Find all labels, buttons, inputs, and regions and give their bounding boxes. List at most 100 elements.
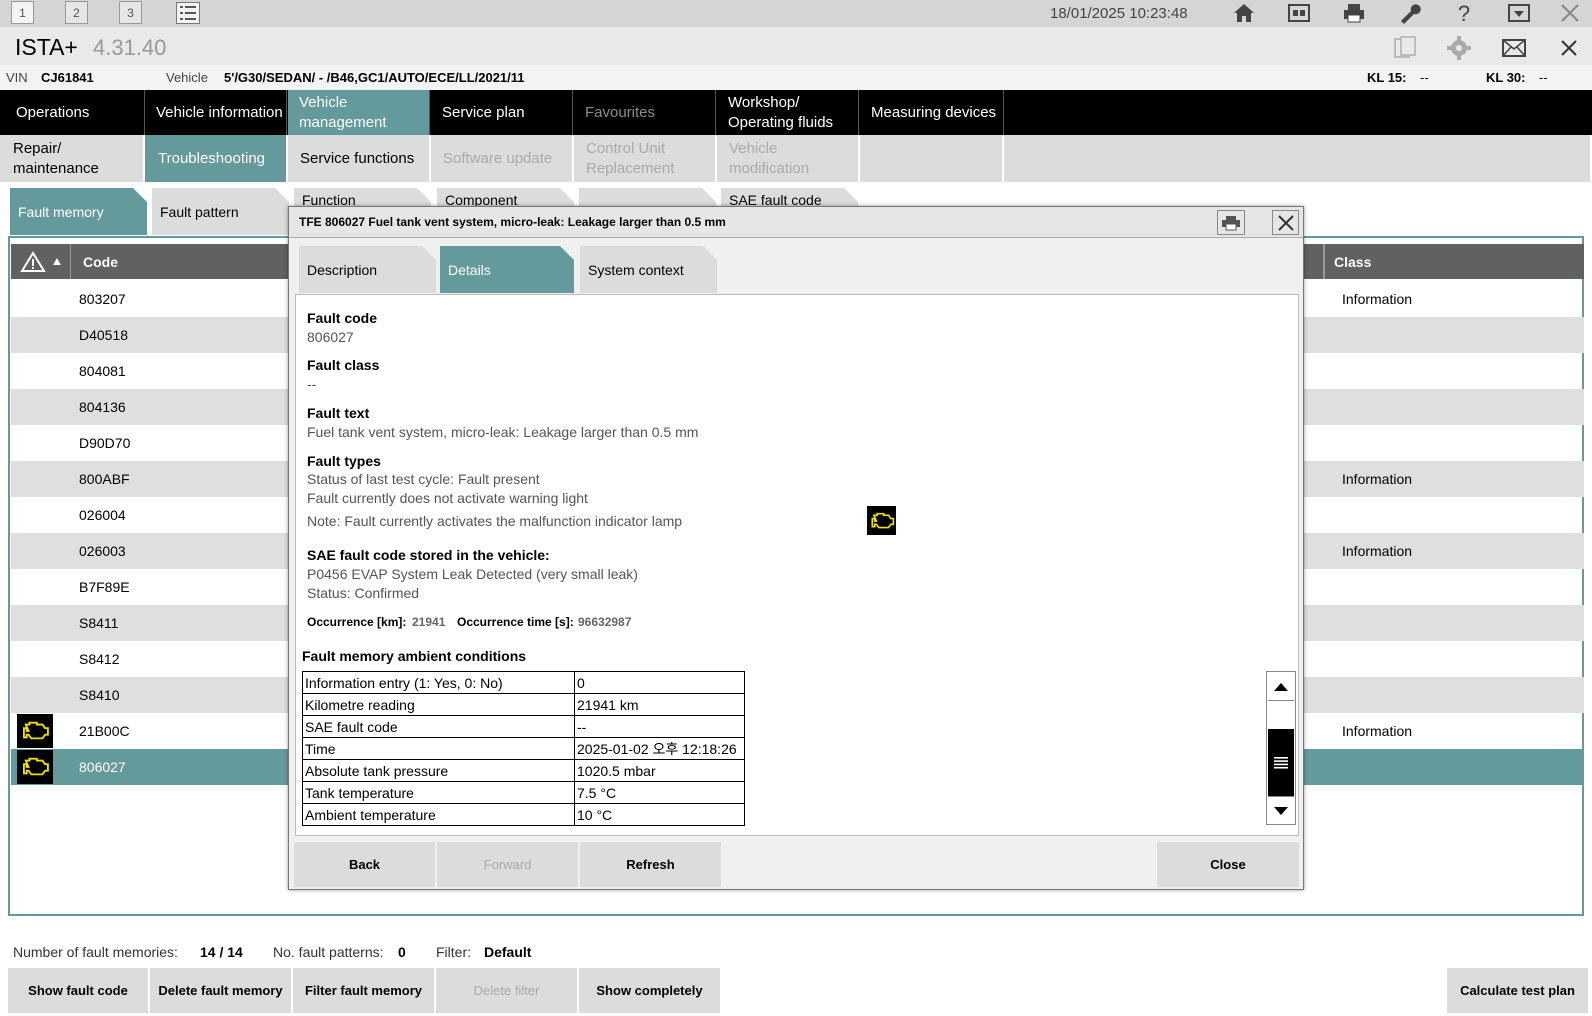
fault-count-label: Number of fault memories: <box>13 944 178 960</box>
column-header-code[interactable]: Code <box>83 254 118 270</box>
show-fault-code-button[interactable]: Show fault code <box>8 968 148 1013</box>
sort-warning-column[interactable] <box>11 244 71 279</box>
ambient-conditions-table: Information entry (1: Yes, 0: No) 0 Kilome… <box>302 671 745 826</box>
dialog-back-button[interactable]: Back <box>294 842 435 887</box>
dialog-refresh-button[interactable]: Refresh <box>580 842 721 887</box>
settings-gear-icon[interactable] <box>1444 34 1474 62</box>
sae-code-value: P0456 EVAP System Leak Detected (very sm… <box>307 566 638 582</box>
ambient-name-cell: SAE fault code <box>302 715 575 738</box>
column-divider <box>1323 244 1325 279</box>
fault-code-cell: 21B00C <box>79 723 130 739</box>
subnav-cur-label: Control Unit Replacement <box>586 139 675 177</box>
dialog-close-button[interactable] <box>1272 210 1299 235</box>
kl15-label: KL 15: <box>1367 70 1407 85</box>
scroll-thumb[interactable] <box>1268 729 1294 797</box>
kl30-label: KL 30: <box>1486 70 1526 85</box>
dialog-forward-button[interactable]: Forward <box>437 842 578 887</box>
engine-check-icon <box>17 750 53 784</box>
close-app-icon[interactable] <box>1554 34 1584 62</box>
arrow-up-icon <box>1274 682 1288 691</box>
fault-code-cell: S8411 <box>79 615 119 631</box>
fault-class-cell: Information <box>1342 471 1413 487</box>
print-icon <box>1222 215 1240 230</box>
window-icon[interactable] <box>1505 0 1533 26</box>
nav-workshop-operating-fluids[interactable]: Workshop/ Operating fluids <box>717 90 859 135</box>
dialog-tab-description[interactable]: Description <box>299 246 436 293</box>
nav-favourites[interactable]: Favourites <box>574 90 716 135</box>
fault-count-value: 14 / 14 <box>200 944 243 960</box>
dialog-close-text-button[interactable]: Close <box>1157 842 1299 887</box>
tab-fault-pattern[interactable]: Fault pattern <box>152 188 289 235</box>
wrench-icon[interactable] <box>1395 0 1423 26</box>
ambient-value-cell: 2025-01-02 오후 12:18:26 <box>574 737 745 760</box>
calculate-test-plan-button[interactable]: Calculate test plan <box>1447 968 1588 1013</box>
fault-code-cell: 026004 <box>79 507 126 523</box>
fault-code-label: Fault code <box>307 310 378 326</box>
fault-type-line: Status of last test cycle: Fault present <box>307 471 540 487</box>
list-icon[interactable] <box>174 0 202 26</box>
filter-fault-memory-button[interactable]: Filter fault memory <box>293 968 434 1013</box>
fault-code-cell: D90D70 <box>79 435 131 451</box>
nav-service-plan[interactable]: Service plan <box>431 90 573 135</box>
subnav-software-update[interactable]: Software update <box>431 135 574 182</box>
fault-code-cell: 800ABF <box>79 471 130 487</box>
subnav-service-functions[interactable]: Service functions <box>288 135 431 182</box>
ambient-name-cell: Tank temperature <box>302 781 575 804</box>
ambient-name-cell: Kilometre reading <box>302 693 575 716</box>
app-name: ISTA+ <box>15 34 78 60</box>
arrow-down-icon <box>1274 806 1288 815</box>
connection-icon[interactable] <box>1285 0 1313 26</box>
session-tab-1[interactable]: 1 <box>11 1 34 24</box>
column-header-class[interactable]: Class <box>1334 254 1371 270</box>
svg-text:?: ? <box>1458 2 1470 24</box>
help-icon[interactable]: ? <box>1450 0 1478 26</box>
occurrence-km-label: Occurrence [km]: <box>307 615 407 629</box>
scroll-up-button[interactable] <box>1268 673 1294 701</box>
kl15-value: -- <box>1420 70 1429 85</box>
subnav-vehicle-modification[interactable]: Vehicle modification <box>717 135 860 182</box>
session-tab-2[interactable]: 2 <box>65 1 88 24</box>
close-icon[interactable] <box>1556 0 1584 26</box>
tab-fault-memory[interactable]: Fault memory <box>10 188 147 235</box>
fault-types-label: Fault types <box>307 453 381 469</box>
ambient-value-cell: 7.5 °C <box>574 781 745 804</box>
vehicle-label: Vehicle <box>166 70 208 85</box>
home-icon[interactable] <box>1230 0 1258 26</box>
nav-vehicle-information[interactable]: Vehicle information <box>145 90 287 135</box>
ambient-row: Kilometre reading 21941 km <box>302 693 745 716</box>
subnav-repair-label: Repair/ maintenance <box>13 139 99 177</box>
subnav-vm-label: Vehicle modification <box>729 139 810 177</box>
subnav-troubleshooting[interactable]: Troubleshooting <box>145 135 288 182</box>
nav-measuring-devices[interactable]: Measuring devices <box>860 90 1004 135</box>
dialog-tab-details[interactable]: Details <box>440 246 574 293</box>
fault-code-value: 806027 <box>307 329 354 345</box>
dialog-print-button[interactable] <box>1217 210 1245 235</box>
fault-code-cell: 803207 <box>79 291 126 307</box>
occurrence-time-value: 96632987 <box>578 615 632 629</box>
fault-patterns-label: No. fault patterns: <box>273 944 384 960</box>
session-tab-3[interactable]: 3 <box>119 1 142 24</box>
fault-code-cell: B7F89E <box>79 579 130 595</box>
fault-code-cell: 804136 <box>79 399 126 415</box>
dialog-tab-system-context[interactable]: System context <box>580 246 717 293</box>
clipboard-icon[interactable] <box>1390 34 1420 62</box>
ambient-value-cell: 1020.5 mbar <box>574 759 745 782</box>
subnav-repair-maintenance[interactable]: Repair/ maintenance <box>0 135 145 182</box>
ambient-conditions-label: Fault memory ambient conditions <box>302 648 527 664</box>
scroll-down-button[interactable] <box>1268 796 1294 824</box>
show-completely-button[interactable]: Show completely <box>579 968 720 1013</box>
ambient-name-cell: Ambient temperature <box>302 803 575 826</box>
nav-operations[interactable]: Operations <box>5 90 145 135</box>
ambient-scrollbar[interactable] <box>1266 671 1296 825</box>
fault-class-cell: Information <box>1342 291 1413 307</box>
delete-filter-button[interactable]: Delete filter <box>436 968 577 1013</box>
ambient-name-cell: Information entry (1: Yes, 0: No) <box>302 671 575 694</box>
ambient-name-cell: Absolute tank pressure <box>302 759 575 782</box>
fault-code-cell: 806027 <box>79 759 126 775</box>
mail-icon[interactable] <box>1499 34 1529 62</box>
print-icon[interactable] <box>1340 0 1368 26</box>
nav-vehicle-management[interactable]: Vehicle management <box>288 90 430 135</box>
subnav-control-unit-replacement[interactable]: Control Unit Replacement <box>574 135 717 182</box>
delete-fault-memory-button[interactable]: Delete fault memory <box>150 968 291 1013</box>
fault-code-cell: 804081 <box>79 363 126 379</box>
